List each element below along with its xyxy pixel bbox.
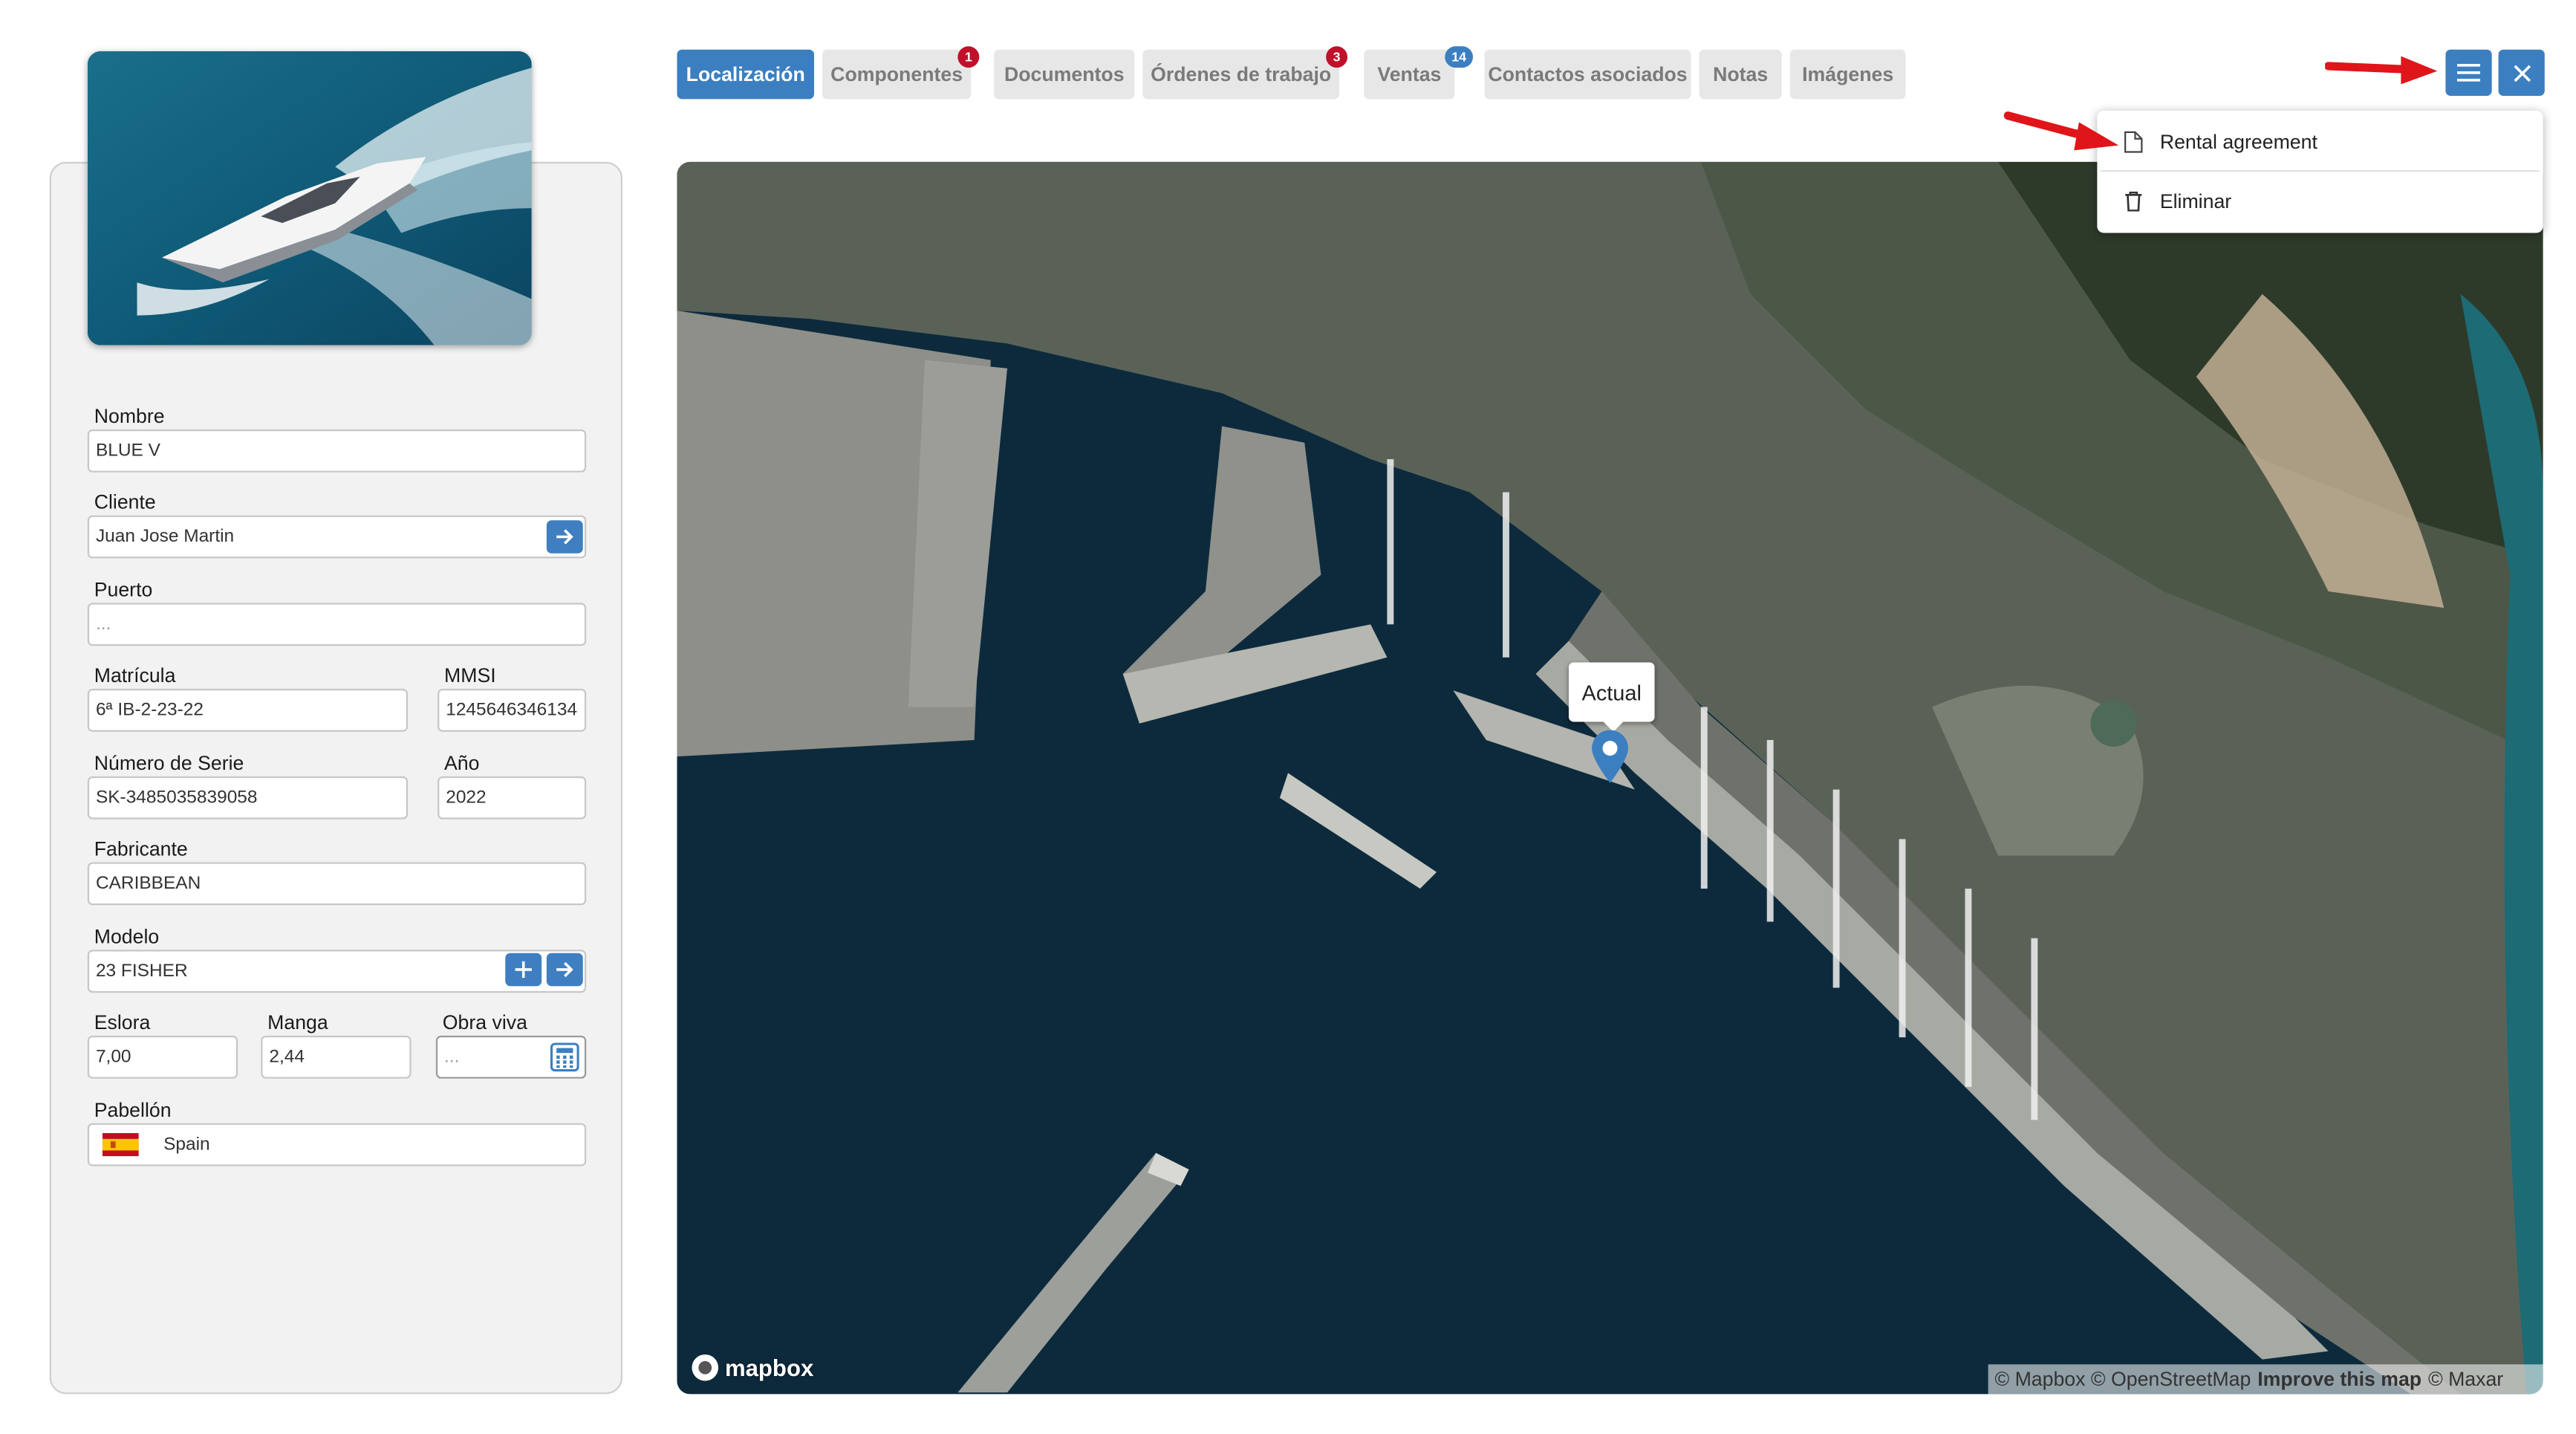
go-to-model-button[interactable]	[546, 953, 583, 987]
nombre-field[interactable]: BLUE V	[87, 429, 587, 473]
annotation-arrow-menu	[2325, 56, 2438, 85]
nombre-label: Nombre	[94, 404, 165, 428]
attribution-osm-link[interactable]: © OpenStreetMap	[2091, 1368, 2251, 1391]
menu-item-rental-agreement[interactable]: Rental agreement	[2097, 114, 2543, 170]
annotation-arrow-rental	[2003, 111, 2119, 151]
close-icon	[2513, 64, 2530, 82]
eslora-field[interactable]: 7,00	[87, 1035, 238, 1079]
document-icon	[2122, 131, 2145, 154]
componentes-count-badge: 1	[957, 46, 980, 68]
tab-localizacion[interactable]: Localización	[677, 49, 814, 100]
tab-documentos[interactable]: Documentos	[994, 49, 1135, 100]
modelo-label: Modelo	[94, 924, 160, 949]
menu-item-eliminar[interactable]: Eliminar	[2097, 173, 2543, 230]
manga-label: Manga	[267, 1010, 328, 1034]
add-model-button[interactable]	[505, 953, 542, 987]
ventas-count-badge: 14	[1445, 46, 1474, 68]
numero-serie-label: Número de Serie	[94, 751, 244, 775]
cliente-label: Cliente	[94, 490, 156, 514]
mapbox-logo[interactable]: mapbox	[690, 1351, 813, 1383]
matricula-field[interactable]: 6ª IB-2-23-22	[87, 689, 409, 732]
numero-serie-field[interactable]: SK-3485035839058	[87, 776, 409, 820]
plus-icon	[515, 961, 532, 979]
app-root: Nombre BLUE V Cliente Juan Jose Martin P…	[0, 0, 2576, 1434]
tab-componentes[interactable]: Componentes 1	[822, 46, 980, 100]
current-location-tooltip: Actual	[1568, 662, 1655, 732]
map-attribution: © Mapbox © OpenStreetMap Improve this ma…	[1988, 1364, 2543, 1395]
tab-contactos-asociados[interactable]: Contactos asociados	[1484, 49, 1691, 100]
eslora-label: Eslora	[94, 1010, 151, 1034]
attribution-maxar-link[interactable]: © Maxar	[2428, 1368, 2503, 1391]
location-pin-icon[interactable]	[1589, 728, 1632, 785]
calculator-icon[interactable]	[550, 1042, 579, 1072]
mmsi-label: MMSI	[444, 664, 496, 687]
improve-map-link[interactable]: Improve this map	[2257, 1368, 2421, 1391]
anio-field[interactable]: 2022	[438, 776, 587, 820]
anio-label: Año	[444, 751, 480, 775]
close-button[interactable]	[2498, 49, 2545, 96]
hamburger-menu-icon	[2456, 64, 2481, 82]
fabricante-label: Fabricante	[94, 837, 188, 861]
obra-viva-label: Obra viva	[442, 1010, 527, 1034]
tab-ventas[interactable]: Ventas 14	[1364, 46, 1474, 100]
tab-notas[interactable]: Notas	[1699, 49, 1782, 100]
options-dropdown-menu: Rental agreement Eliminar	[2097, 110, 2543, 233]
vessel-photo	[87, 51, 532, 345]
options-menu-button[interactable]	[2445, 49, 2492, 96]
mapbox-logo-icon	[692, 1354, 719, 1381]
arrow-right-icon	[556, 529, 573, 545]
puerto-label: Puerto	[94, 578, 153, 602]
pabellon-label: Pabellón	[94, 1098, 172, 1122]
attribution-mapbox-link[interactable]: © Mapbox	[1995, 1368, 2086, 1391]
ordenes-count-badge: 3	[1326, 46, 1348, 68]
menu-separator	[2100, 169, 2540, 172]
cliente-field[interactable]: Juan Jose Martin	[87, 515, 587, 559]
mmsi-field[interactable]: 1245646346134	[438, 689, 587, 732]
manga-field[interactable]: 2,44	[261, 1035, 412, 1079]
tab-ordenes-de-trabajo[interactable]: Órdenes de trabajo 3	[1142, 46, 1348, 100]
fabricante-field[interactable]: CARIBBEAN	[87, 862, 587, 906]
puerto-field[interactable]: ...	[87, 603, 587, 646]
spain-flag-icon	[102, 1133, 139, 1157]
arrow-right-icon	[556, 961, 573, 978]
go-to-client-button[interactable]	[546, 520, 583, 554]
pabellon-field[interactable]: Spain	[87, 1123, 587, 1167]
matricula-label: Matrícula	[94, 664, 176, 687]
trash-icon	[2122, 190, 2145, 213]
tab-imagenes[interactable]: Imágenes	[1789, 49, 1906, 100]
